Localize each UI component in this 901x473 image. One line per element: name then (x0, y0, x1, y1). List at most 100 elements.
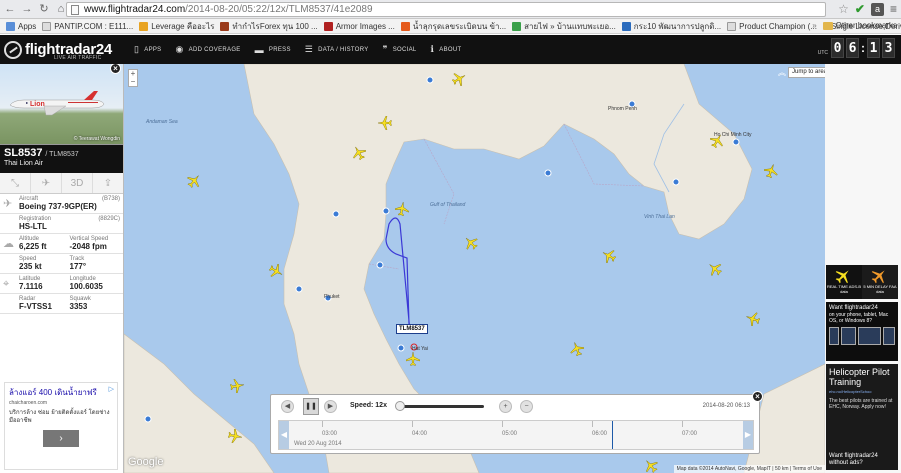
reload-icon[interactable]: ↻ (37, 2, 51, 16)
bookmark-item[interactable]: PANTIP.COM : E111... (42, 21, 133, 31)
nav-about[interactable]: ℹ ABOUT (431, 44, 462, 55)
nav-add-coverage[interactable]: ◉ ADD COVERAGE (175, 44, 240, 55)
nav-data-history[interactable]: ☰ DATA / HISTORY (305, 44, 369, 55)
nav-social[interactable]: ❞ SOCIAL (383, 44, 417, 55)
folder-icon (822, 21, 833, 30)
apps-icon (6, 21, 15, 31)
playback-control: ◀ ❚❚ ▶ Speed: 12x + − 2014-08-20 06:13 ×… (270, 391, 763, 454)
phone-icon (883, 327, 895, 345)
back-icon[interactable]: ← (3, 2, 17, 16)
extension-a-icon[interactable]: a (870, 2, 884, 16)
ad-url[interactable]: chaicharoen.com (9, 400, 113, 406)
heli-ad-title[interactable]: Helicopter Pilot Training (829, 367, 895, 387)
close-panel-icon[interactable]: × (110, 64, 121, 74)
page-icon (727, 21, 737, 31)
other-bookmarks-label: Other bookmarks (835, 21, 897, 30)
route-icon[interactable]: ⤡ (0, 173, 31, 193)
bookmark-star-icon[interactable]: ☆ (838, 2, 849, 16)
collapse-chevron-icon[interactable]: ︽ (778, 67, 786, 78)
logo[interactable]: flightradar24 LIVE AIR TRAFFIC (4, 35, 120, 64)
bookmark-item[interactable]: Product Champion (... (727, 21, 817, 31)
zoom-out-button[interactable]: − (129, 78, 137, 86)
extension-check-icon[interactable]: ✔ (855, 2, 865, 16)
nav-label: PRESS (268, 46, 291, 53)
aircraft-marker-icon[interactable] (452, 72, 466, 86)
timeline-cursor[interactable] (612, 421, 613, 449)
squawk-value: 3353 (69, 302, 88, 311)
more-bookmarks-chevron[interactable]: » (812, 21, 816, 30)
nav-press[interactable]: ▬ PRESS (255, 45, 291, 55)
menu-icon[interactable]: ≡ (890, 2, 897, 16)
selected-flight-label[interactable]: TLM8537 (396, 324, 428, 334)
aircraft-marker-icon[interactable] (406, 352, 420, 366)
page-icon (42, 21, 52, 31)
other-bookmarks[interactable]: » Other bookmarks (812, 21, 897, 30)
forward-button[interactable]: ▶ (324, 400, 337, 413)
aircraft-marker-icon[interactable] (764, 164, 778, 178)
aircraft-marker-icon[interactable] (352, 146, 366, 160)
aircraft-marker-icon[interactable] (395, 202, 409, 216)
adchoices-icon[interactable]: ▷ (109, 385, 114, 393)
forward-icon[interactable]: → (20, 2, 34, 16)
aircraft-marker-icon[interactable] (570, 342, 584, 356)
nav-apps[interactable]: ▯ APPS (134, 44, 161, 55)
aircraft-marker-icon[interactable] (187, 174, 201, 188)
bookmark-item[interactable]: Armor Images ... (323, 21, 395, 31)
map-attribution[interactable]: Map data ©2014 AutoNavi, Google, MapIT |… (673, 465, 825, 473)
bookmark-label: กระ10 พัฒนาการปลูกดิ... (633, 21, 722, 31)
bookmark-item[interactable]: กระ10 พัฒนาการปลูกดิ... (621, 20, 722, 33)
aircraft-marker-icon[interactable] (378, 116, 392, 130)
bookmark-item[interactable]: สายไฟ » บ้านแทบพะเยอ... (512, 20, 616, 33)
aircraft-marker-icon[interactable] (746, 312, 760, 326)
helicopter-ad[interactable]: Helicopter Pilot Training ehc.no/Helicop… (826, 364, 898, 470)
bookmark-item[interactable]: น้ำลุกรุดเลขระเบิดบน ข้า... (400, 20, 506, 33)
zoom-control[interactable]: + − (128, 69, 138, 87)
place-label: Hat Yai (412, 346, 428, 352)
aircraft-marker-icon[interactable] (644, 459, 658, 473)
left-ad[interactable]: ▷ ล้างแอร์ 400 เดินน้ำยาฟรี chaicharoen.… (4, 382, 118, 470)
timeline[interactable]: ◀ ▶ 03:00 04:00 05:00 06:00 07:00 Wed 20… (278, 420, 754, 450)
bookmark-item[interactable]: Leverage คืออะไร (139, 20, 214, 33)
ad-next-button[interactable]: › (43, 430, 79, 447)
aircraft-marker-icon[interactable] (230, 379, 244, 393)
phone-icon (829, 327, 839, 345)
aircraft-marker-icon[interactable] (708, 262, 722, 276)
speed-slider[interactable] (395, 401, 484, 411)
aircraft-marker-icon[interactable] (228, 429, 242, 443)
ad-title[interactable]: ล้างแอร์ 400 เดินน้ำยาฟรี (9, 386, 113, 399)
view-3d-button[interactable]: 3D (62, 173, 93, 193)
aircraft-photo[interactable]: Lion © Teerawat Wongdin × (0, 64, 123, 145)
speed-down-button[interactable]: − (520, 400, 533, 413)
no-ads-link[interactable]: Want flightradar24 without ads? (829, 453, 898, 467)
pause-button[interactable]: ❚❚ (303, 398, 319, 415)
bookmark-item[interactable]: Apps (6, 21, 36, 31)
heli-ad-url[interactable]: ehc.no/HelicopterSchoo (829, 389, 895, 394)
bookmark-favicon-icon (621, 21, 631, 31)
aircraft-value: Boeing 737-9GP(ER) (19, 202, 97, 211)
aircraft-marker-icon[interactable] (269, 264, 283, 278)
timeline-right-arrow[interactable]: ▶ (743, 421, 753, 449)
speed-up-button[interactable]: + (499, 400, 512, 413)
jump-to-area-select[interactable]: Jump to area (788, 67, 825, 78)
realtime-label: REAL TIME ADS-B data (826, 284, 861, 294)
realtime-ad-left: REAL TIME ADS-B data (826, 265, 862, 299)
bookmark-favicon-icon (323, 21, 333, 31)
close-playback-icon[interactable]: × (752, 391, 763, 402)
timeline-tick (502, 421, 503, 427)
eye-icon: ◉ (175, 44, 184, 54)
cockpit-view-icon[interactable]: ✈ (31, 173, 62, 193)
speed-value: 235 kt (19, 262, 42, 271)
realtime-ad[interactable]: REAL TIME ADS-B data 5 MIN DELAY FAA dat… (826, 265, 898, 299)
speed-label: Speed: 12x (350, 402, 387, 409)
url-path: /2014-08-20/05:22/12x/TLM8537/41e2089 (185, 4, 373, 15)
aircraft-marker-icon[interactable] (602, 249, 616, 263)
share-icon[interactable]: ⇪ (93, 173, 123, 193)
speed-slider-handle[interactable] (395, 401, 405, 411)
aircraft-marker-icon[interactable] (464, 236, 478, 250)
place-label: Ho Chi Minh City (714, 132, 752, 138)
timeline-left-arrow[interactable]: ◀ (279, 421, 289, 449)
bookmark-item[interactable]: ทำกำไรForex ทุน 100 ... (220, 20, 318, 33)
address-bar[interactable]: www.flightradar24.com/2014-08-20/05:22/1… (66, 2, 826, 17)
app-ad[interactable]: Want flightradar24 on your phone, tablet… (826, 302, 898, 361)
rewind-button[interactable]: ◀ (281, 400, 294, 413)
